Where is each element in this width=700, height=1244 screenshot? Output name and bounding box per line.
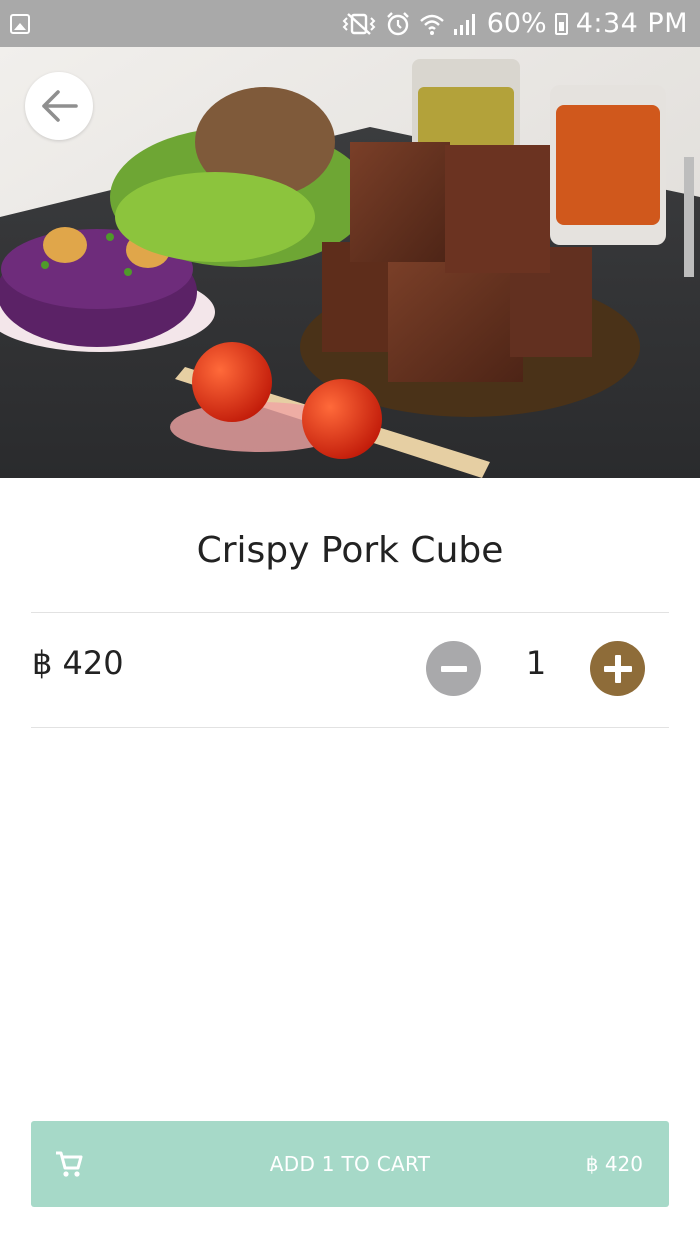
decrease-quantity-button[interactable]	[426, 641, 481, 696]
add-to-cart-button[interactable]: ADD 1 TO CART ฿ 420	[31, 1121, 669, 1207]
plus-icon	[603, 654, 632, 683]
minus-icon	[440, 665, 467, 672]
battery-percent: 60%	[486, 8, 547, 39]
back-button[interactable]	[25, 72, 93, 140]
status-bar: 60% 4:34 PM	[0, 0, 700, 47]
crispy-pork-cube-dish-photo	[0, 47, 700, 478]
product-image	[0, 47, 700, 478]
battery-charging-icon	[554, 12, 568, 35]
gallery-icon	[10, 13, 30, 34]
add-to-cart-label: ADD 1 TO CART	[269, 1152, 431, 1176]
product-price: ฿ 420	[32, 644, 124, 682]
wifi-icon	[419, 12, 445, 36]
divider	[31, 612, 669, 613]
alarm-icon	[385, 11, 411, 37]
quantity-value: 1	[525, 644, 547, 682]
status-time: 4:34 PM	[575, 8, 688, 39]
product-title: Crispy Pork Cube	[196, 530, 504, 571]
vibrate-icon	[341, 12, 377, 36]
increase-quantity-button[interactable]	[590, 641, 645, 696]
arrow-left-icon	[42, 90, 78, 122]
divider	[31, 727, 669, 728]
signal-icon	[453, 12, 479, 36]
cart-total: ฿ 420	[585, 1152, 643, 1176]
